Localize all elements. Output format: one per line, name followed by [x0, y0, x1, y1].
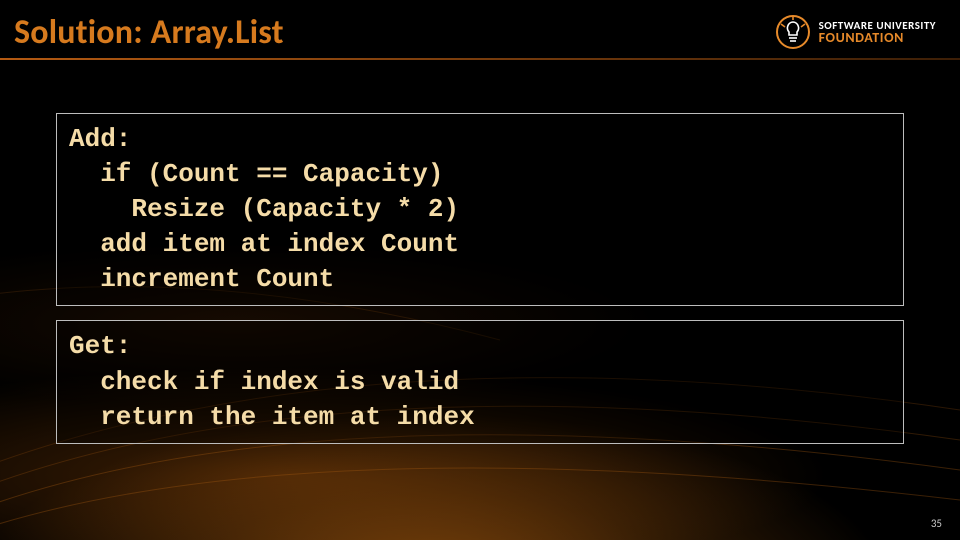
- code-add: Add: if (Count == Capacity) Resize (Capa…: [69, 122, 891, 297]
- code-block-get: Get: check if index is valid return the …: [56, 320, 904, 443]
- code-block-add: Add: if (Count == Capacity) Resize (Capa…: [56, 113, 904, 306]
- lightbulb-icon: [775, 14, 811, 50]
- logo-text-bottom: FOUNDATION: [819, 31, 936, 45]
- content-area: Add: if (Count == Capacity) Resize (Capa…: [0, 53, 960, 444]
- logo: SOFTWARE UNIVERSITY FOUNDATION: [775, 14, 936, 50]
- page-title: Solution: Array.List: [14, 12, 284, 53]
- code-get: Get: check if index is valid return the …: [69, 329, 891, 434]
- page-number: 35: [931, 517, 942, 530]
